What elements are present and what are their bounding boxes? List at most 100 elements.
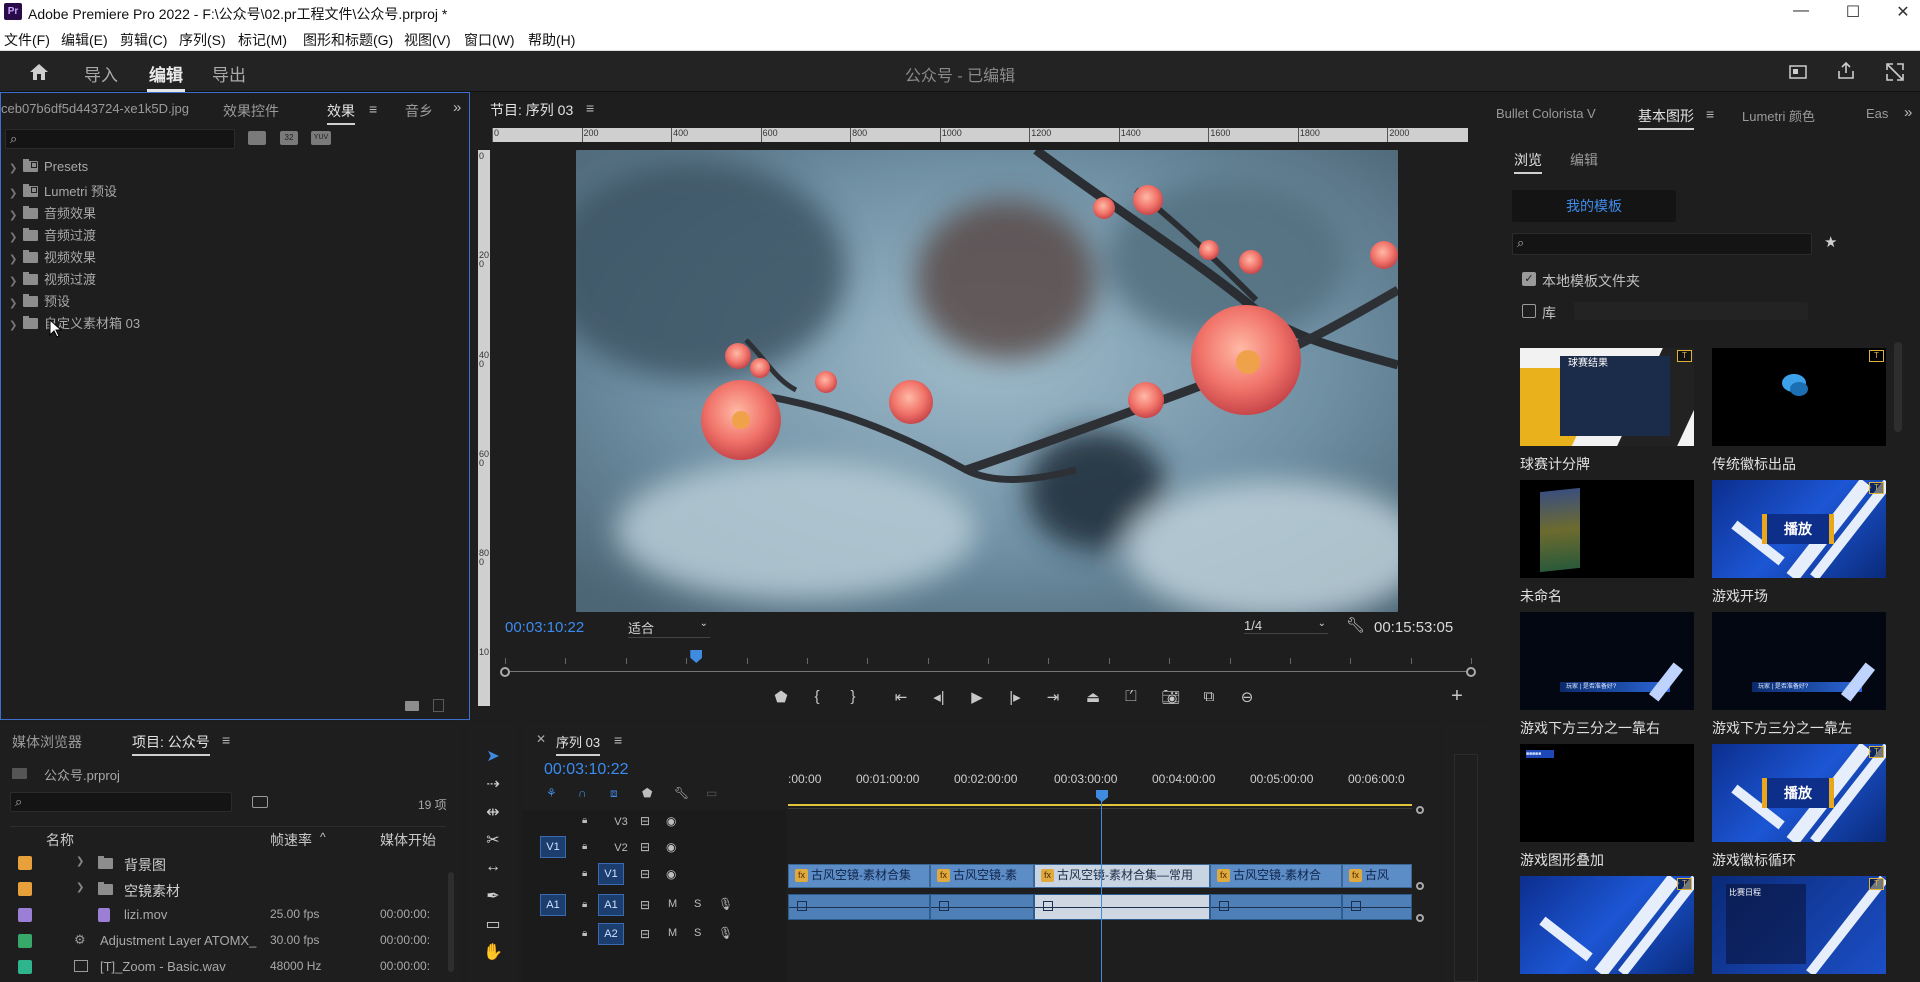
timeline-audio-clip[interactable] [930,894,1034,920]
timeline-audio-clip[interactable] [1210,894,1342,920]
find-bin-icon[interactable] [252,796,268,808]
label-color-swatch[interactable] [18,856,32,870]
razor-tool-icon[interactable]: ✂ [482,830,504,850]
label-color-swatch[interactable] [18,908,32,922]
tab-media-browser[interactable]: 媒体浏览器 [12,732,82,752]
project-item-row[interactable]: ⚙ Adjustment Layer ATOMX_ 30.00 fps 00:00:0… [0,928,450,954]
selection-tool-icon[interactable]: ➤ [482,746,504,766]
my-templates-button[interactable]: 我的模板 [1512,190,1676,222]
favorites-star-icon[interactable]: ★ [1824,233,1837,251]
lock-icon[interactable]: 🔒︎ [582,815,587,826]
timeline-tracks-area[interactable]: fx 古风空镜-素材合集 fx 古风空镜-素 fx 古风空镜-素材合集—常用 fx 古风空镜-… [788,810,1412,982]
mark-in-button[interactable]: { [806,688,828,705]
extract-button[interactable]: ⏍ [1120,688,1142,705]
menu-file[interactable]: 文件(F) [4,30,50,50]
tree-item-presets[interactable]: ❯ Presets [9,159,88,177]
program-current-timecode[interactable]: 00:03:10:22 [505,619,584,636]
template-thumb-unnamed[interactable] [1520,480,1694,578]
resolution-dropdown[interactable]: 1/4 ⌄ [1244,618,1328,634]
tab-sequence[interactable]: 序列 03 [556,732,601,756]
slip-tool-icon[interactable]: ↔ [482,858,504,876]
more-tabs-icon[interactable]: » [1904,104,1912,121]
menu-sequence[interactable]: 序列(S) [179,30,226,50]
tree-item-custom-bin[interactable]: ❯ 自定义素材箱 03 [9,313,140,331]
project-search-input[interactable]: ⌕ [10,792,232,812]
tab-audio[interactable]: 音乡 [405,101,433,121]
sort-ascending-icon[interactable]: ^ [320,830,326,844]
timeline-settings-wrench-icon[interactable]: 🔧︎ [674,786,689,800]
track-label-v1[interactable]: V1 [598,863,624,885]
panel-menu-icon[interactable]: ≡ [586,100,594,116]
panel-menu-icon[interactable]: ≡ [614,732,622,748]
sync-lock-icon[interactable]: ⊟ [640,927,650,941]
track-label-v2[interactable]: V2 [608,838,634,860]
multi-camera-button[interactable]: ⊖ [1236,688,1258,706]
library-checkbox[interactable] [1522,304,1536,318]
lock-icon[interactable]: 🔒︎ [582,841,587,852]
lock-icon[interactable]: 🔒︎ [582,928,587,939]
source-patch-v1[interactable]: V1 [540,836,566,858]
template-thumb-logo[interactable]: T [1712,348,1886,446]
tab-edit-graphics[interactable]: 编辑 [1570,150,1598,170]
export-frame-camera-icon[interactable]: 📷︎ [1160,688,1182,706]
scrubber-in-handle[interactable] [500,667,510,677]
zoom-handle[interactable] [1416,882,1424,890]
new-bin-icon[interactable] [405,701,419,711]
yuv-effects-icon[interactable]: YUV [311,131,331,145]
timeline-video-clip[interactable]: fx 古风 [1342,864,1412,888]
label-color-swatch[interactable] [18,960,32,974]
menu-clip[interactable]: 剪辑(C) [120,30,167,50]
tree-item-audio-effects[interactable]: ❯ 音频效果 [9,203,96,221]
local-folder-checkbox[interactable]: ✓ [1522,272,1536,286]
add-button-plus-icon[interactable]: + [1446,685,1468,708]
fit-dropdown[interactable]: 适合 ⌄ [628,618,710,638]
timeline-video-clip[interactable]: fx 古风空镜-素材合集—常用 [1034,864,1210,888]
chevron-right-icon[interactable]: ❯ [9,320,23,331]
sync-lock-icon[interactable]: ⊟ [640,867,650,881]
tab-source-image[interactable]: ceb07b6df5d443724-xe1k5D.jpg [1,101,189,116]
template-thumb-list[interactable]: 比赛日程 T [1712,876,1886,974]
template-thumb-overlay[interactable]: ■■■■■ [1520,744,1694,842]
add-marker-button[interactable]: ⬟ [770,688,792,706]
linked-selection-icon[interactable]: ⧈ [610,786,618,801]
timeline-audio-clip[interactable] [788,894,930,920]
effects-search-input[interactable]: ⌕ [5,129,235,149]
mute-button[interactable]: M [668,898,677,910]
solo-button[interactable]: S [694,927,701,939]
track-label-a2[interactable]: A2 [598,923,624,945]
eye-icon[interactable]: ◉ [666,814,676,828]
column-name[interactable]: 名称 [46,830,74,850]
templates-scrollbar[interactable] [1894,342,1902,432]
tree-item-lumetri[interactable]: ❯ Lumetri 预设 [9,181,117,199]
chevron-right-icon[interactable]: ❯ [9,254,23,265]
track-label-a1[interactable]: A1 [598,894,624,916]
column-frame-rate[interactable]: 帧速率 [270,830,312,850]
library-dropdown[interactable] [1574,302,1808,320]
track-select-tool-icon[interactable]: ⇢ [482,774,504,794]
work-area-bar[interactable] [788,804,1412,806]
program-scrubber-track[interactable] [505,671,1471,672]
timeline-current-timecode[interactable]: 00:03:10:22 [544,761,629,779]
timeline-video-clip[interactable]: fx 古风空镜-素 [930,864,1034,888]
step-forward-button[interactable]: |▸ [1004,688,1026,706]
chevron-right-icon[interactable]: ❯ [9,232,23,243]
template-thumb-lower-right[interactable]: 玩家 | 是否准备好? [1520,612,1694,710]
tab-project[interactable]: 项目: 公众号 [132,732,210,756]
template-thumb-lower-left[interactable]: 玩家 | 是否准备好? [1712,612,1886,710]
project-item-row[interactable]: [T]_Zoom - Basic.wav 48000 Hz 00:00:00: [0,954,450,980]
timeline-video-clip[interactable]: fx 古风空镜-素材合 [1210,864,1342,888]
eye-icon[interactable]: ◉ [666,840,676,854]
go-to-in-button[interactable]: ⇤ [890,688,912,706]
voiceover-mic-icon[interactable]: 🎙︎ [718,897,733,911]
menu-help[interactable]: 帮助(H) [528,30,575,50]
source-patch-a1[interactable]: A1 [540,894,566,916]
rectangle-tool-icon[interactable]: ▭ [482,914,504,934]
timeline-audio-clip[interactable] [1342,894,1412,920]
tree-item-presets-cn[interactable]: ❯ 预设 [9,291,70,309]
close-button[interactable]: ✕ [1888,2,1918,22]
templates-search-input[interactable]: ⌕ [1512,233,1812,255]
chevron-right-icon[interactable]: ❯ [9,210,23,221]
chevron-right-icon[interactable]: ❯ [9,298,23,309]
tab-lumetri-color[interactable]: Lumetri 颜色 [1742,106,1815,125]
tree-item-video-effects[interactable]: ❯ 视频效果 [9,247,96,265]
